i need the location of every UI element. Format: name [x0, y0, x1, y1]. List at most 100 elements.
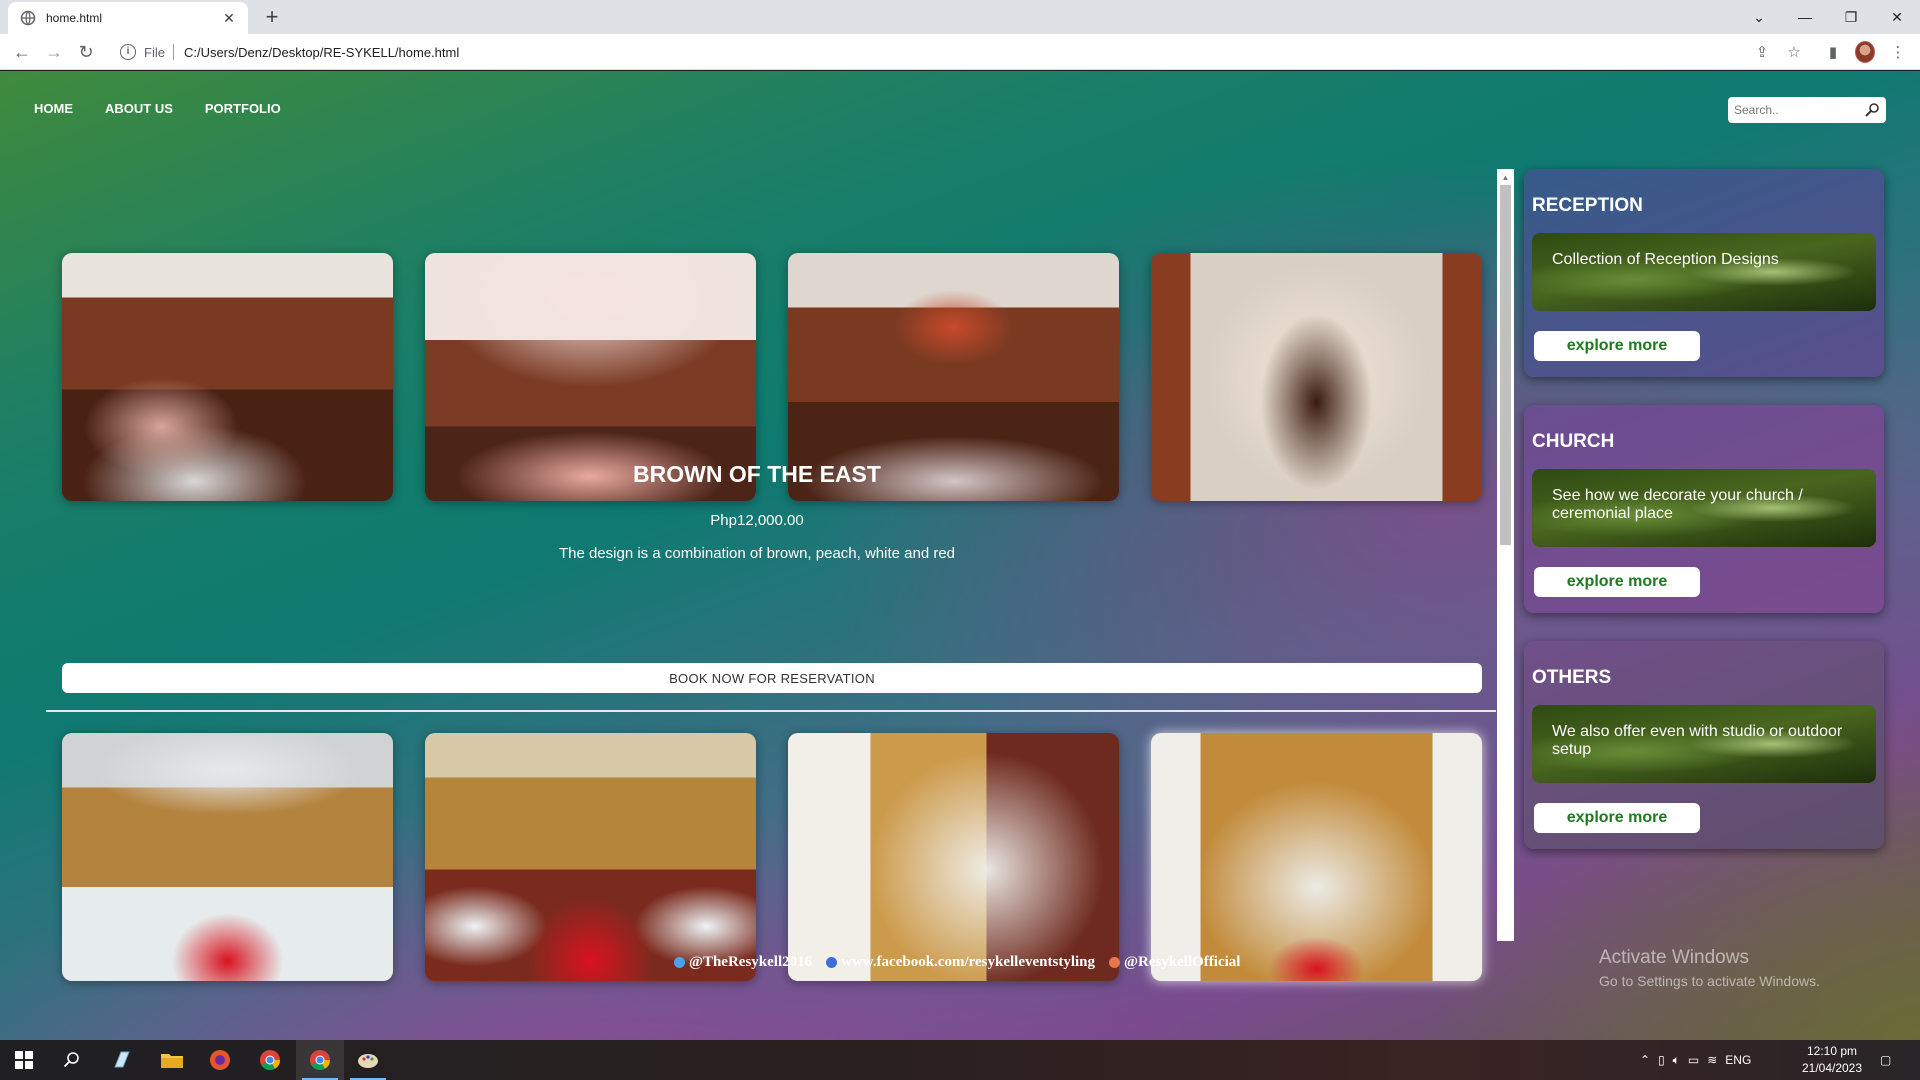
search-box	[1728, 97, 1886, 123]
info-icon[interactable]: i	[120, 44, 136, 60]
twitter-link[interactable]: @TheResykell2016	[674, 954, 812, 971]
bookmark-star-icon[interactable]: ☆	[1784, 42, 1804, 62]
gallery-photo-5[interactable]	[62, 733, 393, 981]
social-links: @TheResykell2016 www.facebook.com/resyke…	[674, 954, 1240, 971]
instagram-icon	[1109, 957, 1120, 968]
firefox-icon	[210, 1050, 230, 1070]
url-text[interactable]: C:/Users/Denz/Desktop/RE-SYKELL/home.htm…	[184, 45, 459, 60]
search-icon[interactable]	[1864, 102, 1880, 118]
scrollbar-thumb[interactable]	[1500, 185, 1511, 545]
file-explorer-app-icon[interactable]	[148, 1040, 196, 1080]
explore-more-button[interactable]: explore more	[1534, 567, 1700, 597]
device-icon[interactable]: ▯	[1658, 1053, 1665, 1067]
battery-icon[interactable]: ▭	[1688, 1053, 1699, 1067]
card-title: RECEPTION	[1532, 195, 1643, 216]
church-photo-image	[425, 733, 756, 981]
gallery-photo-7[interactable]	[788, 733, 1119, 981]
paint-app-icon[interactable]	[344, 1040, 392, 1080]
watermark-title: Activate Windows	[1599, 947, 1749, 968]
reload-icon[interactable]: ↻	[72, 38, 100, 66]
church-photo-image	[1151, 733, 1482, 981]
notepad-app-icon[interactable]	[98, 1040, 146, 1080]
page-viewport: HOME ABOUT US PORTFOLIO BROWN OF THE EAS…	[0, 71, 1920, 1040]
church-card: CHURCH See how we decorate your church /…	[1524, 405, 1884, 613]
product-info: BROWN OF THE EAST Php12,000.00 The desig…	[46, 451, 1468, 562]
windows-logo-icon	[15, 1051, 33, 1069]
explore-more-button[interactable]: explore more	[1534, 331, 1700, 361]
language-indicator[interactable]: ENG	[1725, 1053, 1751, 1067]
nav-home-link[interactable]: HOME	[34, 101, 73, 116]
gallery-photo-6[interactable]	[425, 733, 756, 981]
twitter-icon	[674, 957, 685, 968]
start-button[interactable]	[0, 1040, 48, 1080]
volume-icon[interactable]: 🔈︎	[1673, 1053, 1680, 1068]
product-description: The design is a combination of brown, pe…	[558, 545, 956, 562]
taskbar-clock[interactable]: 12:10 pm 21/04/2023	[1796, 1043, 1868, 1077]
palette-icon	[358, 1054, 378, 1068]
product-price: Php12,000.00	[710, 512, 804, 529]
profile-avatar[interactable]	[1855, 41, 1875, 63]
book-reservation-button[interactable]: BOOK NOW FOR RESERVATION	[62, 663, 1482, 693]
address-bar[interactable]: i File C:/Users/Denz/Desktop/RE-SYKELL/h…	[112, 38, 1742, 66]
product-title: BROWN OF THE EAST	[633, 461, 881, 487]
chrome-active-app-icon[interactable]	[296, 1040, 344, 1080]
search-input[interactable]	[1734, 103, 1864, 117]
notifications-icon[interactable]: ▢	[1880, 1040, 1891, 1080]
tab-title: home.html	[46, 11, 103, 25]
others-card: OTHERS We also offer even with studio or…	[1524, 641, 1884, 849]
twitter-handle: @TheResykell2016	[689, 954, 813, 970]
card-title: OTHERS	[1532, 667, 1612, 688]
chevron-up-icon[interactable]: ⌃	[1640, 1053, 1650, 1067]
back-arrow-icon[interactable]: ←	[8, 38, 36, 66]
wifi-icon[interactable]: ≋	[1707, 1053, 1717, 1067]
minimize-button[interactable]: —	[1782, 0, 1828, 34]
instagram-handle: @ResykellOfficial	[1124, 954, 1241, 970]
gallery-photo-8[interactable]	[1151, 733, 1482, 981]
facebook-url: www.facebook.com/resykelleventstyling	[841, 954, 1095, 970]
browser-tab[interactable]: home.html ✕	[8, 2, 248, 34]
main-nav: HOME ABOUT US PORTFOLIO	[34, 101, 281, 116]
facebook-link[interactable]: www.facebook.com/resykelleventstyling	[826, 954, 1095, 971]
new-tab-button[interactable]: +	[258, 4, 286, 32]
firefox-app-icon[interactable]	[196, 1040, 244, 1080]
tab-search-icon[interactable]: ⌄	[1736, 0, 1782, 34]
scroll-up-arrow-icon[interactable]: ▲	[1497, 169, 1514, 186]
close-window-button[interactable]: ✕	[1874, 0, 1920, 34]
system-tray: ⌃ ▯ 🔈︎ ▭ ≋ ENG	[1640, 1040, 1751, 1080]
church-photo-image	[788, 733, 1119, 981]
chrome-app-icon[interactable]	[246, 1040, 294, 1080]
nav-about-link[interactable]: ABOUT US	[105, 101, 173, 116]
avatar	[1855, 41, 1875, 63]
gallery-area: BROWN OF THE EAST Php12,000.00 The desig…	[46, 169, 1514, 981]
side-panel-icon[interactable]: ▮	[1823, 42, 1843, 62]
card-banner: Collection of Reception Designs	[1532, 233, 1876, 311]
section-divider	[46, 710, 1496, 712]
nav-portfolio-link[interactable]: PORTFOLIO	[205, 101, 281, 116]
clock-time: 12:10 pm	[1806, 1044, 1858, 1058]
search-taskbar-button[interactable]	[48, 1040, 96, 1080]
reception-card: RECEPTION Collection of Reception Design…	[1524, 169, 1884, 377]
url-scheme: File	[144, 44, 165, 60]
menu-kebab-icon[interactable]: ⋮	[1888, 42, 1908, 62]
address-separator	[172, 44, 174, 60]
restore-button[interactable]: ❐	[1828, 0, 1874, 34]
instagram-link[interactable]: @ResykellOfficial	[1109, 954, 1240, 971]
clock-date: 21/04/2023	[1801, 1061, 1863, 1075]
explore-more-button[interactable]: explore more	[1534, 803, 1700, 833]
card-banner: We also offer even with studio or outdoo…	[1532, 705, 1876, 783]
church-photo-image	[62, 733, 393, 981]
forward-arrow-icon[interactable]: →	[40, 38, 68, 66]
chrome-icon	[260, 1050, 281, 1071]
card-title: CHURCH	[1532, 431, 1615, 452]
notepad-icon	[114, 1051, 130, 1068]
browser-toolbar: ← → ↻ i File C:/Users/Denz/Desktop/RE-SY…	[0, 34, 1920, 70]
share-icon[interactable]: ⇪	[1752, 42, 1772, 62]
card-banner: See how we decorate your church / ceremo…	[1532, 469, 1876, 547]
folder-icon	[161, 1054, 183, 1068]
search-icon	[63, 1052, 79, 1068]
gallery-scrollbar[interactable]: ▲	[1497, 169, 1514, 941]
close-tab-icon[interactable]: ✕	[220, 10, 238, 27]
watermark-subtitle: Go to Settings to activate Windows.	[1599, 973, 1820, 989]
activate-windows-watermark: Activate Windows Go to Settings to activ…	[1599, 947, 1820, 989]
facebook-icon	[826, 957, 838, 968]
